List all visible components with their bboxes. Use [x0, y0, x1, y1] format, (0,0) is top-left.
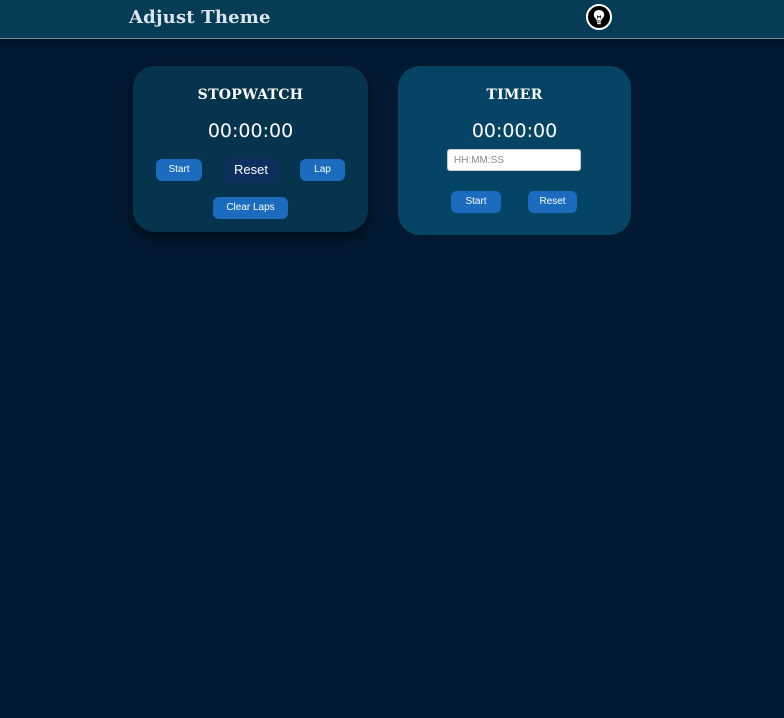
- timer-time: 00:00:00: [471, 120, 558, 142]
- timer-reset-button[interactable]: Reset: [528, 191, 577, 213]
- timer-duration-input[interactable]: [447, 149, 581, 171]
- page-title: Adjust Theme: [129, 7, 271, 28]
- clear-laps-button[interactable]: Clear Laps: [213, 197, 288, 219]
- stopwatch-time: 00:00:00: [207, 120, 294, 142]
- stopwatch-card: STOPWATCH 00:00:00 Start Reset Lap Clear…: [133, 66, 368, 232]
- stopwatch-title: STOPWATCH: [197, 87, 304, 103]
- theme-toggle-button[interactable]: [586, 4, 612, 30]
- stopwatch-start-button[interactable]: Start: [156, 159, 202, 181]
- stopwatch-lap-button[interactable]: Lap: [300, 159, 345, 181]
- stopwatch-reset-button[interactable]: Reset: [224, 157, 278, 183]
- timer-title: TIMER: [486, 87, 543, 103]
- lightbulb-icon: [593, 10, 605, 25]
- top-header: Adjust Theme: [0, 0, 784, 39]
- timer-start-button[interactable]: Start: [451, 191, 501, 213]
- timer-card: TIMER 00:00:00 Start Reset: [398, 66, 631, 235]
